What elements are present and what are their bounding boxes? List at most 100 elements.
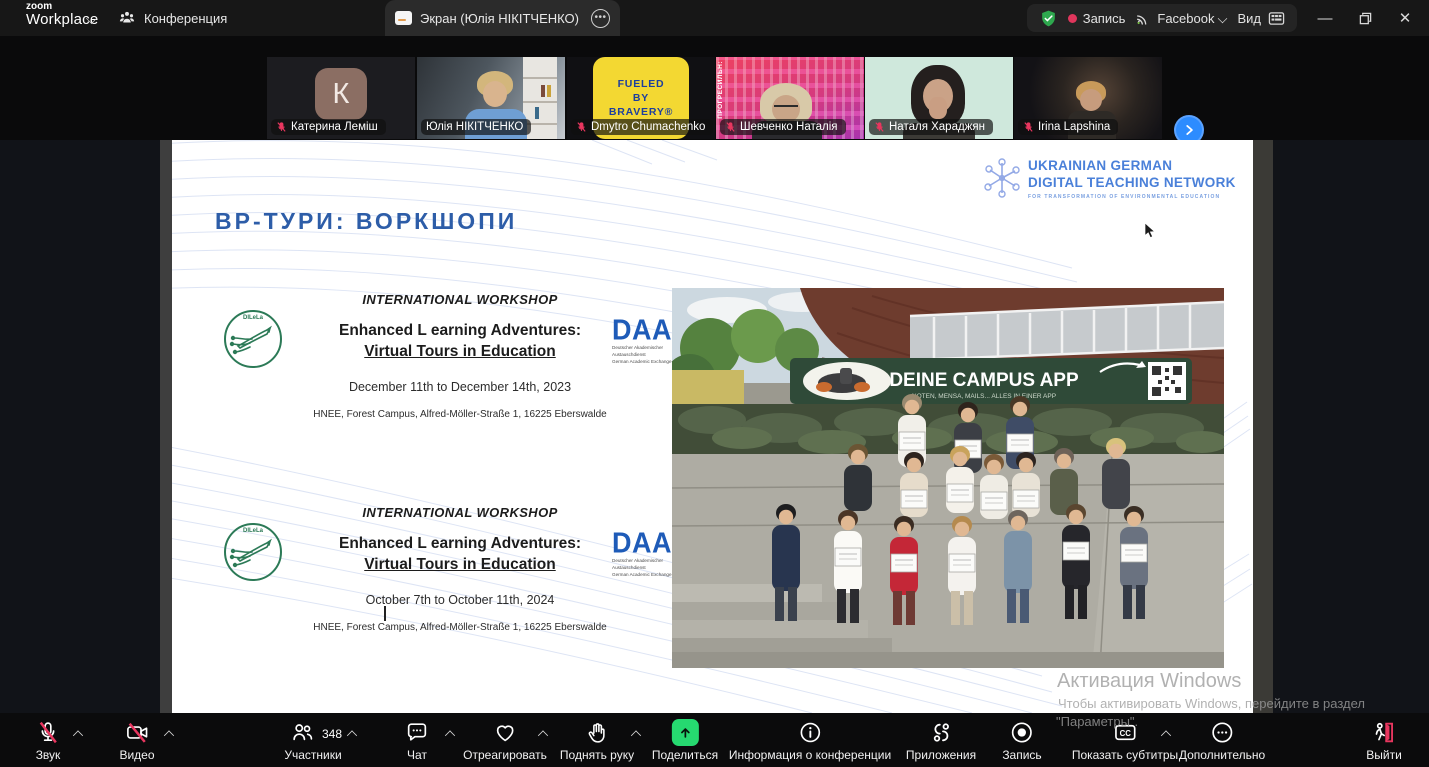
react-label: Отреагировать (463, 748, 547, 762)
close-button[interactable]: ✕ (1385, 0, 1425, 36)
participant-name: Юлія НІКІТЧЕНКО (426, 121, 523, 133)
video-options-chevron[interactable] (164, 730, 174, 740)
broadcast-icon (1135, 10, 1151, 26)
dilela-logo: DILeLa (224, 523, 282, 581)
apps-button[interactable]: Приложения (906, 719, 976, 762)
avatar: К (315, 68, 367, 120)
video-button[interactable]: Видео (119, 719, 154, 762)
workshop-heading: INTERNATIONAL WORKSHOP (310, 292, 610, 307)
record-label: Запись (1002, 748, 1041, 762)
participant-tile-active-speaker[interactable]: Юлія НІКІТЧЕНКО (417, 57, 565, 139)
captions-label: Показать субтитры (1072, 748, 1178, 762)
cc-icon: CC (1111, 720, 1138, 745)
share-button[interactable]: Поделиться (652, 719, 718, 762)
tab-screen-label: Экран (Юлія НІКІТЧЕНКО) (420, 11, 579, 26)
chat-icon (405, 720, 430, 745)
participant-name-badge: Наталя Хараджян (869, 119, 993, 135)
presentation-slide: ВР-ТУРИ: ВОРКШОПИ UKRAINIAN GERMAN DIGIT… (172, 140, 1253, 713)
participant-tile[interactable]: ПРОГРЕСИЛЬН: Шевченко Наталія (716, 57, 864, 139)
chat-button[interactable]: Чат (405, 719, 430, 762)
shield-check-icon[interactable] (1039, 9, 1058, 28)
network-logo-icon (984, 158, 1020, 198)
stream-label: Facebook (1157, 11, 1214, 26)
apps-icon (929, 720, 954, 745)
shared-screen-area: ВР-ТУРИ: ВОРКШОПИ UKRAINIAN GERMAN DIGIT… (0, 140, 1429, 713)
workshop-block-2024: DILeLa INTERNATIONAL WORKSHOP Enhanced L… (210, 505, 690, 670)
mic-muted-icon (276, 121, 287, 133)
more-button[interactable]: Дополнительно (1179, 719, 1265, 762)
workshop-dates: December 11th to December 14th, 2023 (310, 380, 610, 394)
recording-label: Запись (1083, 11, 1126, 26)
window-edge (160, 140, 172, 713)
audio-button[interactable]: Звук (36, 719, 61, 762)
share-label: Поделиться (652, 748, 718, 762)
participant-name: Наталя Хараджян (889, 121, 985, 133)
participant-name-badge: Irina Lapshina (1018, 119, 1118, 135)
workshop-subtitle: Virtual Tours in Education (310, 556, 610, 574)
participant-name: Катерина Леміш (291, 121, 378, 133)
people-icon (118, 9, 136, 27)
chat-label: Чат (407, 748, 427, 762)
tab-options-icon[interactable]: ••• (591, 9, 610, 28)
restore-button[interactable] (1345, 0, 1385, 36)
audio-options-chevron[interactable] (73, 730, 83, 740)
participant-tile[interactable]: Irina Lapshina (1014, 57, 1162, 139)
tab-conference[interactable]: Конференция (118, 0, 227, 36)
participant-name-badge: Катерина Леміш (271, 119, 386, 135)
participant-name-badge: Dmytro Chumachenko (571, 119, 713, 135)
raised-hand-icon (584, 720, 609, 745)
workshop-subtitle: Virtual Tours in Education (310, 343, 610, 361)
participants-count: 348 (322, 727, 342, 741)
participant-tile[interactable]: Наталя Хараджян (865, 57, 1013, 139)
mouse-cursor-icon (1144, 222, 1156, 239)
workshop-title: Enhanced L earning Adventures: (310, 535, 610, 553)
svg-text:DEINE CAMPUS APP: DEINE CAMPUS APP (889, 370, 1079, 391)
more-label: Дополнительно (1179, 748, 1265, 762)
leave-meeting-icon (1372, 720, 1397, 745)
workshop-title: Enhanced L earning Adventures: (310, 322, 610, 340)
chevron-down-icon (1218, 13, 1228, 23)
video-filmstrip: К Катерина Леміш Юлія НІКІТЧЕНКО FUELED … (0, 36, 1429, 140)
chat-options-chevron[interactable] (445, 730, 455, 740)
participants-icon (289, 720, 314, 745)
participant-tile[interactable]: FUELED BY BRAVERY® Dmytro Chumachenko (567, 57, 715, 139)
mic-muted-icon (36, 720, 61, 745)
leave-button[interactable]: Выйти (1366, 719, 1402, 762)
participant-name: Dmytro Chumachenko (591, 121, 705, 133)
record-icon (1010, 720, 1035, 745)
participant-name-badge: Юлія НІКІТЧЕНКО (421, 119, 531, 135)
dilela-logo: DILeLa (224, 310, 282, 368)
raise-hand-button[interactable]: Поднять руку (560, 719, 634, 762)
title-bar: zoom Workplace Конференция Экран (Юлія Н… (0, 0, 1429, 36)
window-edge (1253, 140, 1273, 713)
text-cursor (384, 606, 386, 621)
svg-text:NOTEN, MENSA, MAILS... ALLES I: NOTEN, MENSA, MAILS... ALLES IN EINER AP… (912, 393, 1056, 400)
captions-button[interactable]: CC Показать субтитры (1072, 719, 1178, 762)
heart-icon (492, 720, 518, 745)
workshop-text: INTERNATIONAL WORKSHOP Enhanced L earnin… (310, 505, 610, 633)
view-control[interactable]: Вид (1237, 11, 1285, 26)
apps-label: Приложения (906, 748, 976, 762)
more-icon (1210, 720, 1235, 745)
react-button[interactable]: Отреагировать (463, 719, 547, 762)
workshop-text: INTERNATIONAL WORKSHOP Enhanced L earnin… (310, 292, 610, 420)
participants-options-chevron[interactable] (347, 730, 357, 740)
minimize-button[interactable]: — (1305, 0, 1345, 36)
meeting-info-button[interactable]: Информация о конференции (729, 719, 891, 762)
info-icon (798, 720, 823, 745)
record-button[interactable]: Запись (1002, 719, 1041, 762)
network-logo-tagline: FOR TRANSFORMATION OF ENVIRONMENTAL EDUC… (1028, 194, 1236, 200)
recording-indicator[interactable]: Запись (1068, 11, 1126, 26)
mic-muted-icon (1023, 121, 1034, 133)
zoom-workplace-logo: zoom Workplace (26, 2, 98, 27)
view-label: Вид (1237, 11, 1261, 26)
view-grid-icon (1268, 11, 1285, 26)
zoom-window: zoom Workplace Конференция Экран (Юлія Н… (0, 0, 1429, 767)
live-stream-control[interactable]: Facebook (1135, 10, 1227, 26)
video-label: Видео (119, 748, 154, 762)
network-logo: UKRAINIAN GERMAN DIGITAL TEACHING NETWOR… (984, 158, 1236, 200)
participant-name-badge: Шевченко Наталія (720, 119, 846, 135)
participant-tile[interactable]: К Катерина Леміш (267, 57, 415, 139)
tab-screen-share[interactable]: Экран (Юлія НІКІТЧЕНКО) ••• (385, 0, 620, 36)
background-text: ПРОГРЕСИЛЬН: (717, 61, 724, 119)
